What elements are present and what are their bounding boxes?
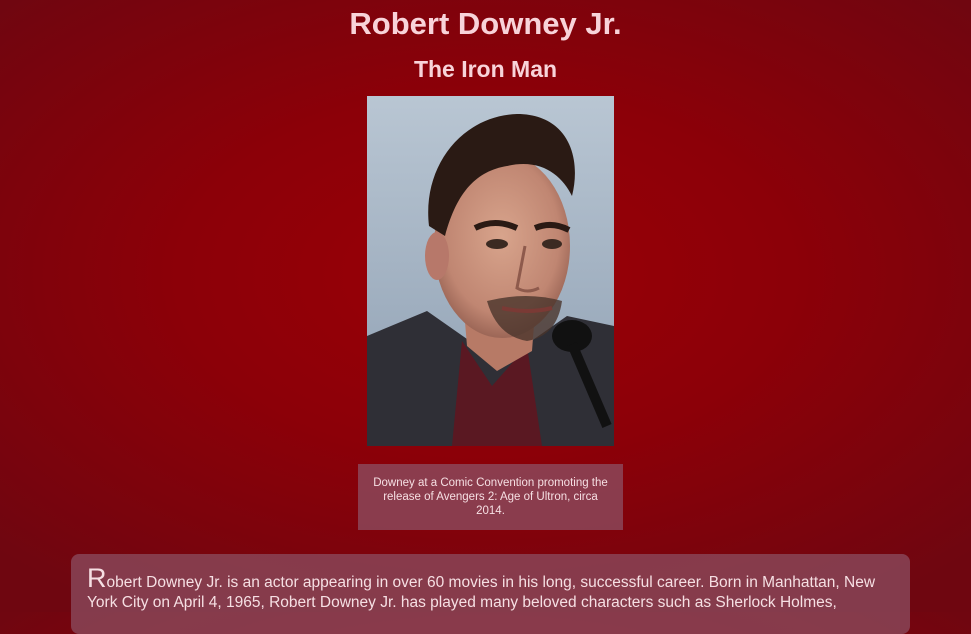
tribute-page: Robert Downey Jr. The Iron Man Downey at… — [0, 0, 971, 634]
portrait-image — [367, 96, 614, 446]
image-caption: Downey at a Comic Convention promoting t… — [358, 464, 623, 530]
page-subtitle: The Iron Man — [413, 56, 558, 82]
bio-text: obert Downey Jr. is an actor appearing i… — [87, 574, 876, 611]
bio-panel: Robert Downey Jr. is an actor appearing … — [71, 554, 910, 634]
page-title: Robert Downey Jr. — [349, 6, 622, 41]
bio-drop-cap: R — [87, 563, 107, 593]
